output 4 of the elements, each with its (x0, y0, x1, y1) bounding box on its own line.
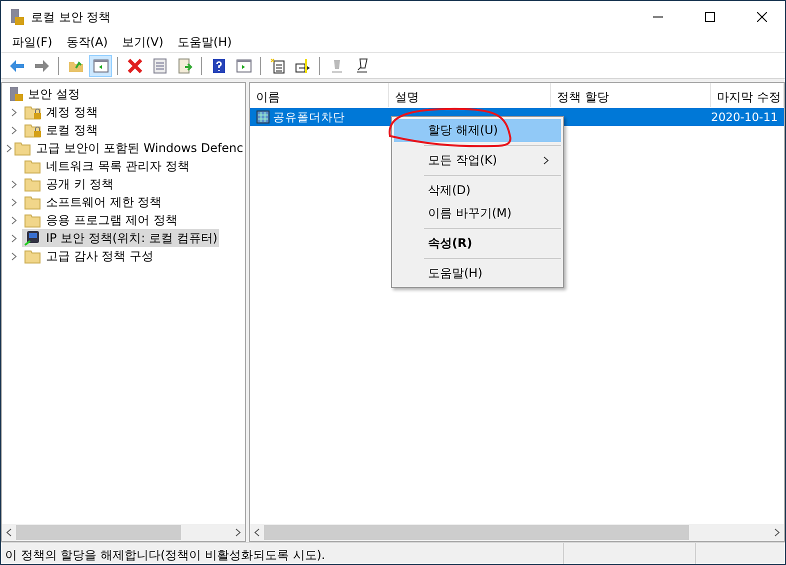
window-title: 로컬 보안 정책 (31, 8, 112, 26)
table-cell: 2020-10-11 (711, 110, 778, 124)
table-cell: 공유폴더차단 (273, 110, 345, 124)
status-text: 이 정책의 할당을 해제합니다(정책이 비활성화되도록 시도). (1, 543, 564, 564)
